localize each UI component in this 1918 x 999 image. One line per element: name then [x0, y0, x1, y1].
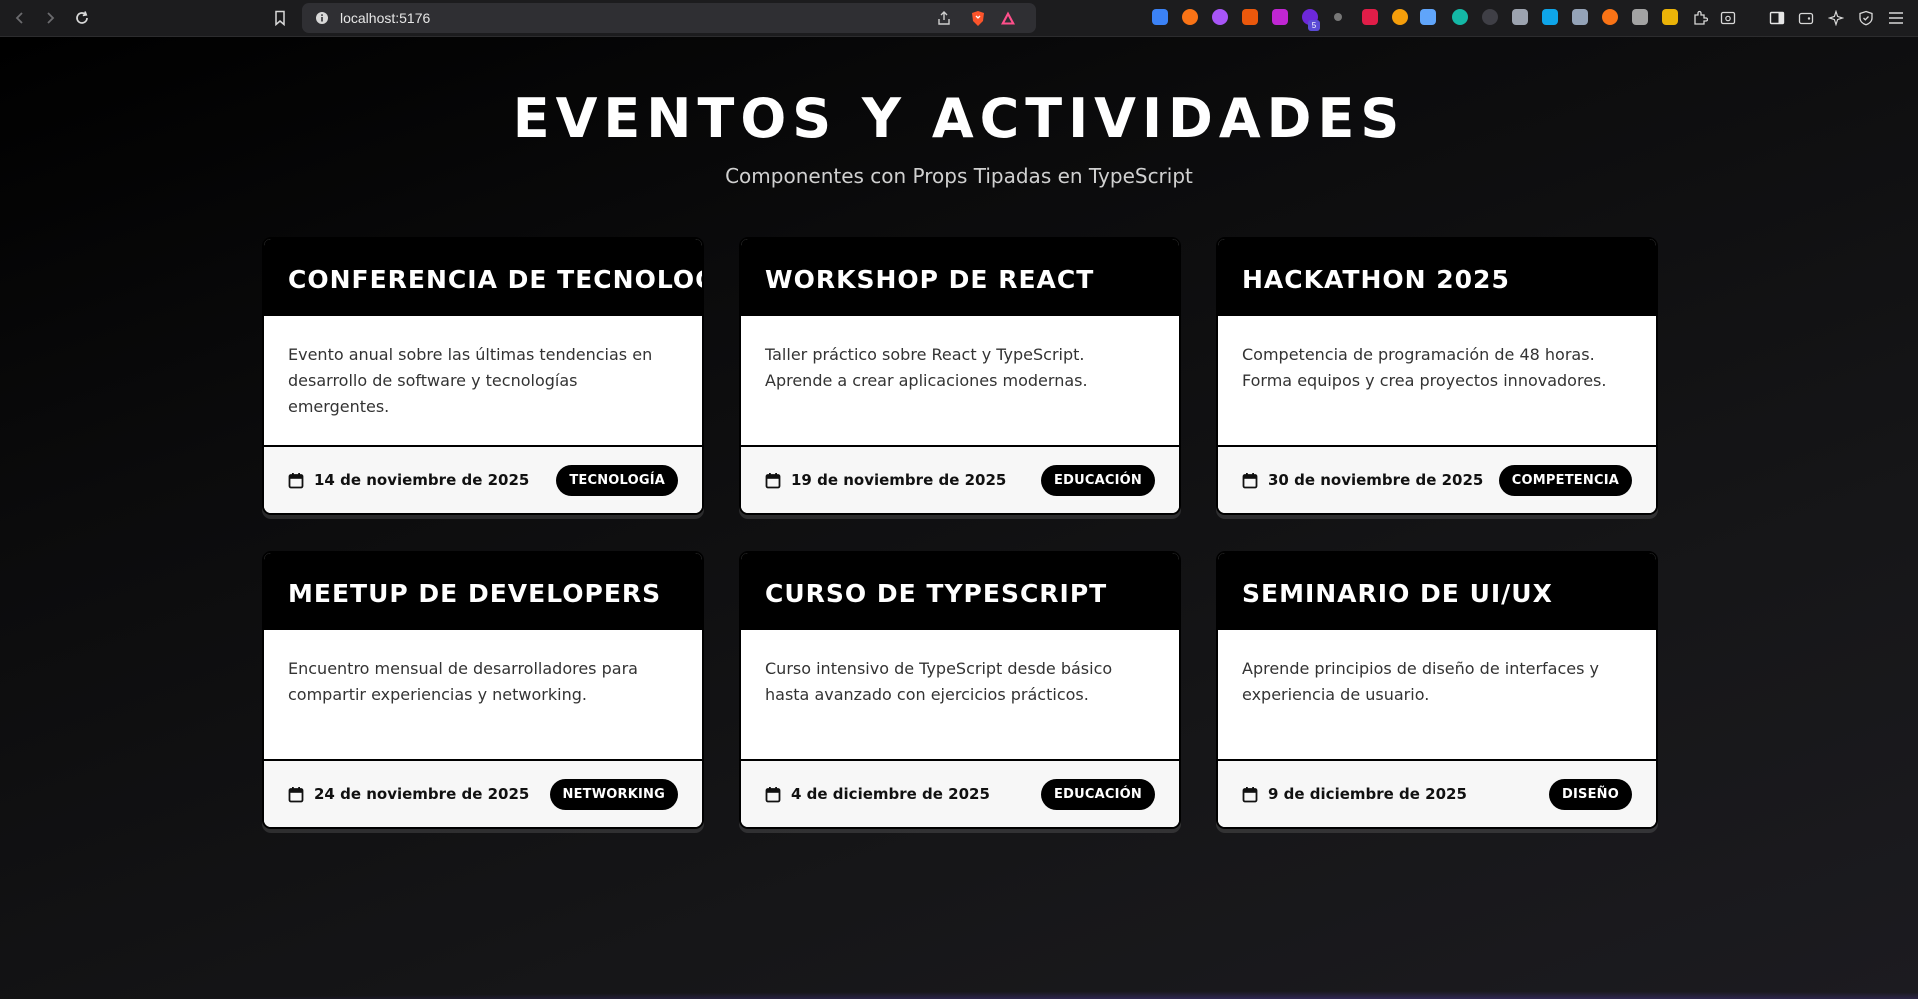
event-date: 4 de diciembre de 2025 [765, 785, 990, 803]
url-text: localhost:5176 [340, 10, 431, 26]
event-description: Evento anual sobre las últimas tendencia… [264, 316, 702, 447]
sidebar-icon[interactable] [1767, 8, 1787, 28]
menu-icon[interactable] [1886, 8, 1906, 28]
share-icon[interactable] [936, 10, 952, 26]
event-title: SEMINARIO DE UI/UX [1218, 553, 1656, 630]
brave-shields-icon[interactable] [970, 10, 986, 26]
event-description: Curso intensivo de TypeScript desde bási… [741, 630, 1179, 761]
event-card[interactable]: MEETUP DE DEVELOPERS Encuentro mensual d… [262, 551, 704, 829]
extension-icon[interactable] [1482, 9, 1498, 25]
reload-icon [76, 11, 88, 24]
extension-icon[interactable] [1542, 9, 1558, 25]
bookmark-button[interactable] [268, 6, 292, 30]
event-date-text: 4 de diciembre de 2025 [791, 785, 990, 803]
extension-icon[interactable] [1452, 9, 1468, 25]
chevron-left-icon [15, 12, 23, 24]
calendar-icon [1242, 472, 1258, 488]
event-category-badge: DISEÑO [1548, 778, 1632, 810]
event-date: 30 de noviembre de 2025 [1242, 471, 1483, 489]
event-description: Taller práctico sobre React y TypeScript… [741, 316, 1179, 447]
bookmark-icon [275, 10, 285, 26]
extension-icon[interactable] [1242, 9, 1258, 25]
event-title: HACKATHON 2025 [1218, 239, 1656, 316]
event-date: 19 de noviembre de 2025 [765, 471, 1006, 489]
extension-icon[interactable] [1632, 9, 1648, 25]
bottom-glow [0, 991, 1918, 999]
event-title: MEETUP DE DEVELOPERS [264, 553, 702, 630]
event-date-text: 30 de noviembre de 2025 [1268, 471, 1484, 489]
event-date: 9 de diciembre de 2025 [1242, 785, 1467, 803]
event-category-badge: EDUCACIÓN [1041, 464, 1155, 496]
extension-icon[interactable] [1512, 9, 1528, 25]
event-footer: 19 de noviembre de 2025 EDUCACIÓN [741, 447, 1179, 513]
events-grid: CONFERENCIA DE TECNOLOGÍA Evento anual s… [262, 237, 1658, 829]
calendar-icon [765, 786, 781, 802]
event-date: 24 de noviembre de 2025 [288, 785, 529, 803]
event-date-text: 14 de noviembre de 2025 [314, 471, 530, 489]
back-button[interactable] [8, 6, 32, 30]
event-footer: 14 de noviembre de 2025 TECNOLOGÍA [264, 447, 702, 513]
event-title: WORKSHOP DE REACT [741, 239, 1179, 316]
page-title: EVENTOS Y ACTIVIDADES [512, 87, 1406, 150]
reload-button[interactable] [70, 6, 94, 30]
event-date-text: 19 de noviembre de 2025 [791, 471, 1007, 489]
extension-icon[interactable] [1152, 9, 1168, 25]
extension-icon[interactable] [1272, 9, 1288, 25]
extension-icon[interactable] [1182, 9, 1198, 25]
event-description: Competencia de programación de 48 horas.… [1218, 316, 1656, 447]
extension-icon[interactable] [1662, 9, 1678, 25]
extension-icon[interactable] [1212, 9, 1228, 25]
extension-icon[interactable] [1572, 9, 1588, 25]
extension-icon[interactable] [1420, 9, 1436, 25]
calendar-icon [765, 472, 781, 488]
brave-rewards-icon[interactable] [1000, 10, 1016, 26]
event-card[interactable]: HACKATHON 2025 Competencia de programaci… [1216, 237, 1658, 515]
event-category-badge: EDUCACIÓN [1041, 778, 1155, 810]
event-footer: 24 de noviembre de 2025 NETWORKING [264, 761, 702, 827]
extension-icon[interactable] [1392, 9, 1408, 25]
event-title: CONFERENCIA DE TECNOLOGÍA [264, 239, 702, 316]
extensions-puzzle-icon[interactable] [1690, 8, 1710, 28]
event-card[interactable]: CONFERENCIA DE TECNOLOGÍA Evento anual s… [262, 237, 704, 515]
forward-button[interactable] [38, 6, 62, 30]
event-footer: 30 de noviembre de 2025 COMPETENCIA [1218, 447, 1656, 513]
event-date-text: 9 de diciembre de 2025 [1268, 785, 1467, 803]
chevron-right-icon [47, 12, 55, 24]
vpn-shield-icon[interactable] [1856, 8, 1876, 28]
event-title: CURSO DE TYPESCRIPT [741, 553, 1179, 630]
event-footer: 4 de diciembre de 2025 EDUCACIÓN [741, 761, 1179, 827]
event-description: Aprende principios de diseño de interfac… [1218, 630, 1656, 761]
extension-icon[interactable] [1334, 13, 1342, 21]
event-date: 14 de noviembre de 2025 [288, 471, 529, 489]
event-card[interactable]: CURSO DE TYPESCRIPT Curso intensivo de T… [739, 551, 1181, 829]
page-content: EVENTOS Y ACTIVIDADES Componentes con Pr… [0, 37, 1918, 999]
extension-icon[interactable] [1602, 9, 1618, 25]
event-footer: 9 de diciembre de 2025 DISEÑO [1218, 761, 1656, 827]
browser-toolbar: localhost:5176 5 [0, 0, 1918, 37]
event-category-badge: TECNOLOGÍA [556, 464, 678, 496]
event-description: Encuentro mensual de desarrolladores par… [264, 630, 702, 761]
event-category-badge: NETWORKING [549, 778, 678, 810]
calendar-icon [288, 472, 304, 488]
wallet-icon[interactable] [1796, 8, 1816, 28]
calendar-icon [1242, 786, 1258, 802]
leo-ai-icon[interactable] [1826, 8, 1846, 28]
address-bar[interactable]: localhost:5176 [302, 3, 1036, 33]
calendar-icon [288, 786, 304, 802]
event-category-badge: COMPETENCIA [1498, 464, 1632, 496]
site-info-icon[interactable] [314, 10, 330, 26]
page-subtitle: Componentes con Props Tipadas en TypeScr… [725, 164, 1193, 188]
event-card[interactable]: SEMINARIO DE UI/UX Aprende principios de… [1216, 551, 1658, 829]
tab-search-icon[interactable] [1718, 8, 1738, 28]
extension-badge: 5 [1308, 20, 1320, 31]
event-card[interactable]: WORKSHOP DE REACT Taller práctico sobre … [739, 237, 1181, 515]
extension-icon[interactable] [1362, 9, 1378, 25]
event-date-text: 24 de noviembre de 2025 [314, 785, 530, 803]
